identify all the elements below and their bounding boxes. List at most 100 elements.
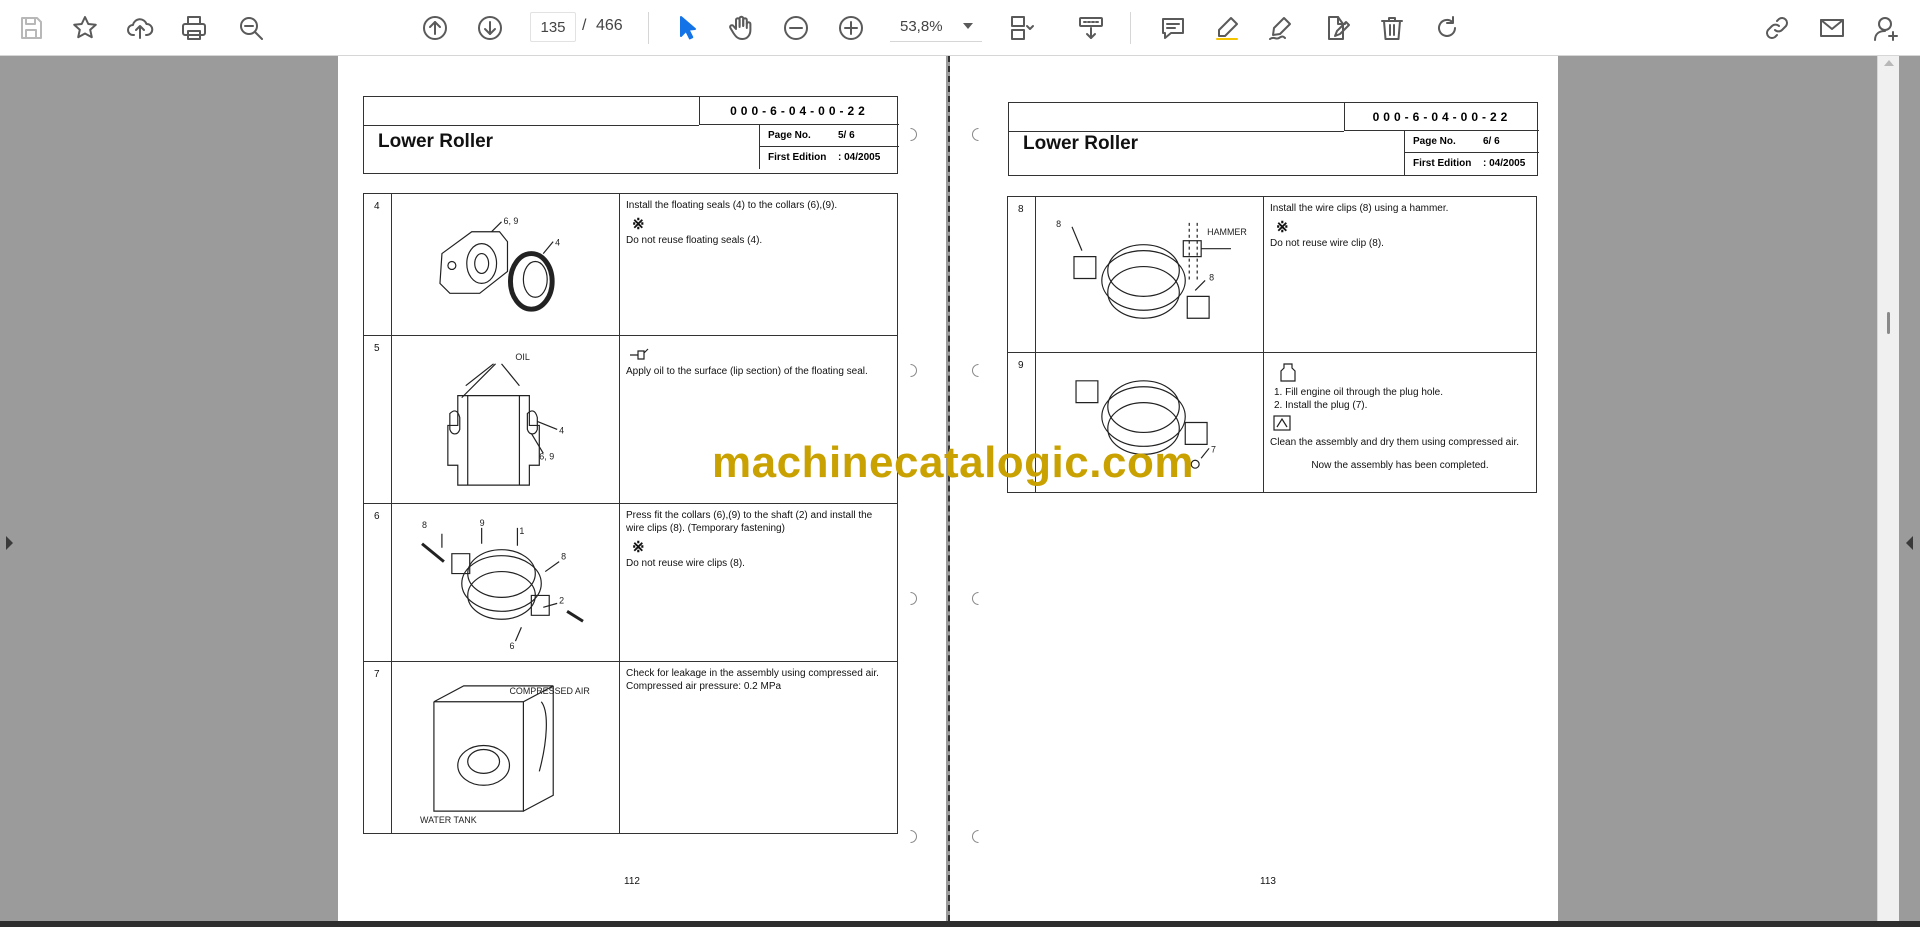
total-pages: 466	[596, 17, 623, 34]
comment-icon[interactable]	[1154, 9, 1192, 47]
air-blow-icon	[1273, 415, 1291, 431]
completion-text: Now the assembly has been completed.	[1311, 460, 1489, 471]
table-row: 8 8 HAMMER 8 Install the wire clips (8) …	[1007, 196, 1537, 353]
collar-press-fit-diagram: 8 9 1 8 2 6	[421, 518, 584, 651]
page-number-footer: 113	[1260, 876, 1276, 887]
page-title: Lower Roller	[378, 131, 494, 152]
highlight-pen-icon[interactable]	[1208, 9, 1246, 47]
print-icon[interactable]	[175, 9, 213, 47]
page-no-value: 5/ 6	[838, 130, 855, 141]
scroll-mode-icon[interactable]	[1072, 9, 1110, 47]
figure-label: 7	[1211, 444, 1216, 454]
binder-hole	[910, 364, 917, 377]
page-meta: Page No. 6/ 6 First Edition: 04/2005	[1404, 131, 1539, 175]
step-instruction: 1. Fill engine oil through the plug hole…	[1263, 352, 1537, 493]
zoom-in-icon[interactable]	[832, 9, 870, 47]
page-no-label: Page No.	[1413, 136, 1456, 147]
figure-label: 2	[559, 595, 564, 605]
zoom-level-value: 53,8%	[900, 18, 943, 35]
binder-hole	[910, 592, 917, 605]
oil-bottle-icon	[1280, 363, 1296, 382]
figure-label: 4	[555, 238, 560, 248]
step-figure: 8 9 1 8 2 6	[391, 503, 620, 662]
step-number: 7	[363, 661, 392, 834]
zoom-out-icon[interactable]	[777, 9, 815, 47]
table-row: 4 6, 9 4 Install the floating seals (4) …	[363, 193, 898, 336]
page-number-input[interactable]	[530, 12, 576, 42]
figure-label: 6, 9	[539, 451, 554, 461]
table-row: 7 COMPRESSED AIR WATER TANK Check for le…	[363, 661, 898, 834]
find-zoom-icon[interactable]	[232, 9, 270, 47]
page-header: 000-6-04-00-22 Lower Roller Page No. 5/ 6…	[363, 96, 899, 174]
binder-hole	[972, 128, 979, 141]
save-icon[interactable]	[12, 9, 50, 47]
previous-page-icon[interactable]	[416, 9, 454, 47]
zoom-dropdown-chevron-icon[interactable]	[963, 23, 973, 29]
step-number: 8	[1007, 196, 1036, 353]
scroll-up-icon[interactable]	[1884, 60, 1894, 66]
instruction-text: Check for leakage in the assembly using …	[626, 668, 879, 679]
document-page-left: 000-6-04-00-22 Lower Roller Page No. 5/ 6…	[338, 56, 946, 921]
binder-hole	[972, 364, 979, 377]
step-instruction: Press fit the collars (6),(9) to the sha…	[619, 503, 898, 662]
hand-tool-icon[interactable]	[722, 9, 760, 47]
figure-label: 8	[1209, 272, 1214, 282]
left-panel-rail	[0, 56, 22, 921]
steps-table: 4 6, 9 4 Install the floating seals (4) …	[363, 193, 898, 834]
caution-note: Do not reuse wire clip (8).	[1270, 238, 1384, 249]
taskbar-strip	[0, 921, 1920, 927]
step-number: 5	[363, 335, 392, 504]
instruction-text: Apply oil to the surface (lip section) o…	[626, 366, 868, 377]
vertical-scrollbar[interactable]	[1877, 56, 1899, 921]
caution-mark: ※	[1276, 219, 1289, 236]
page-layout-icon[interactable]	[1002, 9, 1040, 47]
step-instruction: Check for leakage in the assembly using …	[619, 661, 898, 834]
instruction-note: Clean the assembly and dry them using co…	[1270, 437, 1520, 448]
step-figure: 6, 9 4	[391, 193, 620, 336]
next-page-icon[interactable]	[471, 9, 509, 47]
edition-label: First Edition	[1413, 158, 1472, 169]
share-link-icon[interactable]	[1758, 9, 1796, 47]
binder-hole	[910, 830, 917, 843]
step-figure: OIL 4 6, 9	[391, 335, 620, 504]
caution-note: Do not reuse wire clips (8).	[626, 558, 745, 569]
wire-clip-hammer-diagram: 8 HAMMER 8	[1056, 219, 1247, 319]
instruction-text: Install the wire clips (8) using a hamme…	[1270, 203, 1449, 214]
toolbar: / 466 53,8%	[0, 0, 1920, 56]
binder-hole	[972, 592, 979, 605]
toolbar-divider	[1130, 12, 1131, 44]
figure-label: 9	[480, 518, 485, 528]
delete-trash-icon[interactable]	[1373, 9, 1411, 47]
header-rule	[1009, 131, 1344, 132]
account-add-icon[interactable]	[1868, 9, 1906, 47]
figure-label: 8	[561, 552, 566, 562]
scrollbar-thumb[interactable]	[1887, 312, 1890, 334]
figure-label: 8	[1056, 219, 1061, 229]
floating-seal-diagram: 6, 9 4	[439, 216, 560, 312]
expand-left-panel-icon[interactable]	[6, 536, 13, 550]
document-code: 000-6-04-00-22	[1344, 103, 1539, 131]
instruction-item: 1. Fill engine oil through the plug hole…	[1274, 387, 1444, 398]
caution-mark: ※	[632, 539, 645, 556]
email-envelope-icon[interactable]	[1813, 9, 1851, 47]
oil-can-icon	[630, 348, 649, 360]
select-cursor-icon[interactable]	[668, 9, 706, 47]
instruction-text: Install the floating seals (4) to the co…	[626, 200, 838, 211]
step-number: 4	[363, 193, 392, 336]
figure-label: 4	[559, 425, 564, 435]
step-number: 6	[363, 503, 392, 662]
figure-label: 1	[519, 526, 524, 536]
draw-signature-icon[interactable]	[1262, 9, 1300, 47]
upload-cloud-icon[interactable]	[121, 9, 159, 47]
edition-value: : 04/2005	[838, 152, 881, 163]
bookmark-star-icon[interactable]	[66, 9, 104, 47]
page-separator: /	[582, 17, 587, 34]
expand-right-panel-icon[interactable]	[1906, 536, 1913, 550]
edit-document-icon[interactable]	[1318, 9, 1356, 47]
step-figure: COMPRESSED AIR WATER TANK	[391, 661, 620, 834]
instruction-note: Compressed air pressure: 0.2 MPa	[626, 681, 782, 692]
instruction-item: 2. Install the plug (7).	[1274, 400, 1368, 411]
page-header: 000-6-04-00-22 Lower Roller Page No. 6/ 6…	[1008, 102, 1539, 176]
rotate-redo-icon[interactable]	[1428, 9, 1466, 47]
table-row: 6 8 9 1 8 2 6 Press fit the collars (6),…	[363, 503, 898, 662]
